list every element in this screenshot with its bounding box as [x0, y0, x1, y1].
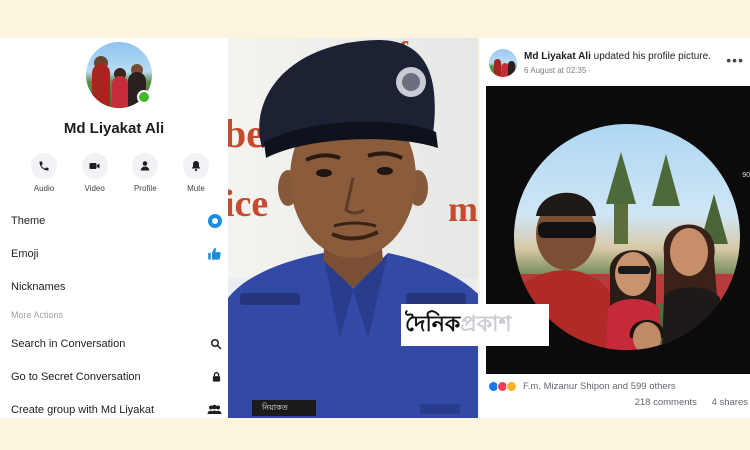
- menu-item-secret-conversation[interactable]: Go to Secret Conversation: [0, 360, 228, 393]
- haha-reaction-icon: [506, 381, 517, 392]
- people-icon: [207, 404, 222, 414]
- audio-label: Audio: [33, 184, 55, 193]
- audio-call-button[interactable]: Audio: [22, 153, 66, 193]
- watermark-text-secondary: প্রকাশ: [460, 310, 512, 336]
- theme-color-icon: [208, 213, 222, 228]
- video-label: Video: [84, 184, 105, 193]
- menu-item-label: Go to Secret Conversation: [11, 370, 141, 383]
- post-author-name[interactable]: Md Liyakat Ali: [524, 51, 591, 62]
- cut-off-text: 90: [742, 172, 750, 179]
- more-actions-heading: More Actions: [11, 310, 64, 320]
- menu-item-theme[interactable]: Theme: [0, 204, 228, 237]
- profile-name: Md Liyakat Ali: [63, 120, 165, 137]
- post-author-avatar[interactable]: [489, 49, 517, 77]
- facebook-post: Md Liyakat Ali updated his profile pictu…: [480, 38, 750, 418]
- newspaper-watermark: দৈনিক প্রকাশ: [401, 304, 549, 346]
- post-action-text: updated his profile picture.: [593, 51, 711, 62]
- post-header: Md Liyakat Ali updated his profile pictu…: [524, 51, 711, 62]
- menu-item-label: Emoji: [11, 247, 39, 260]
- profile-label: Profile: [133, 184, 157, 193]
- search-icon: [211, 338, 222, 349]
- menu-item-label: Create group with Md Liyakat: [11, 403, 155, 416]
- mute-label: Mute: [187, 184, 205, 193]
- online-status-dot: [137, 90, 151, 104]
- officer-portrait: [228, 40, 478, 418]
- phone-icon: [39, 161, 49, 171]
- reactions-bar[interactable]: F.m. Mizanur Shipon and 599 others: [488, 381, 676, 392]
- menu-item-emoji[interactable]: Emoji: [0, 237, 228, 270]
- quick-actions: Audio Video Profile Mute: [22, 153, 218, 193]
- reactions-count: F.m. Mizanur Shipon and 599 others: [523, 381, 676, 392]
- video-call-button[interactable]: Video: [73, 153, 117, 193]
- menu-item-label: Search in Conversation: [11, 337, 126, 350]
- post-stats: 218 comments 4 shares: [635, 397, 748, 408]
- name-badge-text: নিয়াকত: [262, 403, 288, 412]
- view-profile-button[interactable]: Profile: [123, 153, 167, 193]
- messenger-chat-settings-panel: Md Liyakat Ali Audio Video Profile Mute: [0, 38, 228, 418]
- shares-count[interactable]: 4 shares: [712, 397, 748, 408]
- profile-avatar[interactable]: [86, 42, 152, 108]
- person-icon: [141, 161, 150, 171]
- menu-item-create-group[interactable]: Create group with Md Liyakat: [0, 393, 228, 418]
- comments-count[interactable]: 218 comments: [635, 397, 697, 408]
- mute-button[interactable]: Mute: [174, 153, 218, 193]
- menu-item-label: Nicknames: [11, 280, 66, 293]
- officer-photo: Chief ber ice m নিয়াকত: [228, 38, 478, 418]
- thumbs-up-icon: [208, 247, 221, 260]
- menu-item-search-conversation[interactable]: Search in Conversation: [0, 327, 228, 360]
- lock-icon: [212, 371, 221, 382]
- menu-item-nicknames[interactable]: Nicknames: [0, 270, 228, 303]
- bell-icon: [191, 161, 200, 172]
- video-camera-icon: [89, 163, 100, 169]
- menu-item-label: Theme: [11, 214, 46, 227]
- post-timestamp[interactable]: 6 August at 02:35 ·: [524, 66, 591, 75]
- watermark-text-primary: দৈনিক: [405, 310, 461, 336]
- settings-menu: Theme Emoji Nicknames More Actions Searc…: [0, 204, 228, 418]
- more-options-icon[interactable]: •••: [726, 52, 744, 68]
